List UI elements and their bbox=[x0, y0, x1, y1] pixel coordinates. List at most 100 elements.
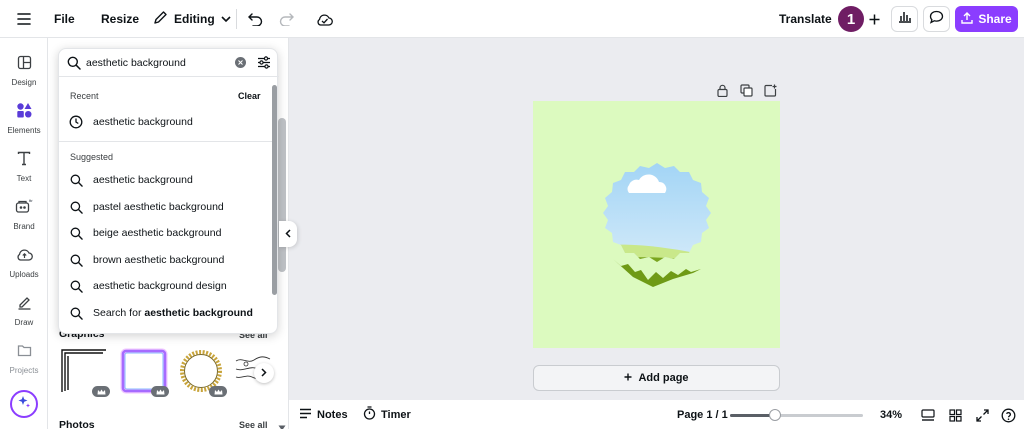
photos-section-title: Photos bbox=[59, 419, 95, 429]
pages-view-icon[interactable] bbox=[918, 405, 938, 425]
suggestion-item[interactable]: beige aesthetic background bbox=[59, 220, 271, 246]
search-for-prefix: Search for bbox=[93, 307, 145, 319]
fullscreen-icon[interactable] bbox=[972, 405, 992, 425]
suggested-label: Suggested bbox=[70, 152, 114, 162]
share-button[interactable]: Share bbox=[955, 6, 1018, 32]
suggestion-text: beige aesthetic background bbox=[93, 227, 222, 239]
suggestion-text: brown aesthetic background bbox=[93, 254, 225, 266]
search-icon bbox=[59, 201, 93, 214]
graphic-floral-ornament[interactable] bbox=[234, 347, 274, 395]
draw-icon bbox=[14, 292, 34, 312]
rail-item-label: Projects bbox=[9, 366, 39, 375]
rail-item-uploads[interactable]: Uploads bbox=[0, 244, 48, 288]
suggestion-item[interactable]: aesthetic background design bbox=[59, 273, 271, 299]
search-for-item[interactable]: Search for aesthetic background bbox=[59, 300, 271, 326]
search-icon bbox=[59, 307, 93, 320]
avatar[interactable]: 1 bbox=[838, 6, 864, 32]
sparkle-icon bbox=[17, 395, 31, 414]
notes-icon bbox=[299, 408, 312, 422]
search-icon bbox=[59, 227, 93, 240]
left-rail: Design Elements Text Brand Uploads Draw bbox=[0, 38, 48, 429]
duplicate-page-icon[interactable] bbox=[739, 83, 753, 97]
rail-item-draw[interactable]: Draw bbox=[0, 292, 48, 336]
notes-label: Notes bbox=[317, 408, 348, 421]
timer-button[interactable]: Timer bbox=[363, 400, 411, 429]
rail-item-projects[interactable]: Projects bbox=[0, 340, 48, 384]
zoom-level[interactable]: 34% bbox=[880, 400, 902, 429]
rail-item-label: Text bbox=[16, 174, 32, 183]
insights-button[interactable] bbox=[891, 6, 918, 32]
editing-mode-label: Editing bbox=[174, 12, 215, 26]
suggestion-item[interactable]: pastel aesthetic background bbox=[59, 194, 271, 220]
add-page-button[interactable]: Add page bbox=[533, 365, 780, 391]
search-icon bbox=[59, 174, 93, 187]
add-page-icon[interactable] bbox=[763, 83, 777, 97]
help-icon[interactable] bbox=[998, 405, 1018, 425]
clear-input-icon[interactable] bbox=[235, 57, 246, 68]
graphic-gold-circle[interactable] bbox=[177, 347, 229, 397]
chevron-left-icon bbox=[285, 225, 291, 243]
magic-assistant-button[interactable] bbox=[10, 390, 38, 418]
lock-icon[interactable] bbox=[715, 83, 729, 97]
scroll-down-arrow-icon[interactable] bbox=[278, 418, 286, 429]
grid-view-icon[interactable] bbox=[945, 405, 965, 425]
clear-recent-button[interactable]: Clear bbox=[238, 91, 261, 101]
scalloped-landscape-graphic[interactable] bbox=[533, 101, 780, 348]
crown-icon bbox=[151, 386, 169, 397]
chevron-down-icon bbox=[221, 12, 231, 26]
timer-icon bbox=[363, 406, 376, 423]
rail-item-label: Elements bbox=[7, 126, 41, 135]
pencil-icon bbox=[153, 10, 168, 28]
editing-mode-button[interactable]: Editing bbox=[153, 0, 231, 38]
plus-icon bbox=[624, 372, 632, 384]
timer-label: Timer bbox=[381, 408, 411, 421]
cloud-icon[interactable] bbox=[314, 9, 334, 29]
redo-icon[interactable] bbox=[276, 9, 296, 29]
search-icon bbox=[59, 280, 93, 293]
search-input[interactable] bbox=[86, 55, 236, 71]
page-indicator[interactable]: Page 1 / 1 bbox=[677, 400, 728, 429]
rail-item-elements[interactable]: Elements bbox=[0, 100, 48, 144]
suggestion-item[interactable]: aesthetic background bbox=[59, 167, 271, 193]
comment-icon bbox=[929, 10, 944, 29]
suggestion-text: aesthetic background design bbox=[93, 280, 227, 292]
collapse-panel-button[interactable] bbox=[279, 221, 297, 247]
plus-icon[interactable] bbox=[862, 6, 886, 32]
text-icon bbox=[14, 148, 34, 168]
resize-button[interactable]: Resize bbox=[101, 0, 139, 38]
carousel-next-button[interactable] bbox=[254, 363, 274, 383]
bottom-bar: Notes Timer Page 1 / 1 bbox=[289, 400, 1024, 429]
search-icon bbox=[67, 56, 81, 75]
comments-button[interactable] bbox=[923, 6, 950, 32]
top-toolbar: File Resize Editing Translate 1 Share bbox=[0, 0, 1024, 38]
photos-see-all-link[interactable]: See all bbox=[239, 420, 268, 429]
file-menu-button[interactable]: File bbox=[54, 0, 75, 38]
chart-icon bbox=[898, 10, 912, 28]
suggestion-text: aesthetic background bbox=[93, 174, 193, 186]
suggestion-item[interactable]: brown aesthetic background bbox=[59, 247, 271, 273]
rail-item-design[interactable]: Design bbox=[0, 52, 48, 96]
rail-item-text[interactable]: Text bbox=[0, 148, 48, 192]
dropdown-scrollbar[interactable] bbox=[272, 85, 277, 295]
filter-icon[interactable] bbox=[257, 56, 271, 74]
recent-search-item[interactable]: aesthetic background bbox=[59, 109, 271, 135]
recent-label: Recent bbox=[70, 91, 99, 101]
notes-button[interactable]: Notes bbox=[299, 400, 348, 429]
cloud-upload-icon bbox=[14, 244, 34, 264]
design-page[interactable] bbox=[533, 101, 780, 348]
add-page-label: Add page bbox=[638, 372, 689, 384]
panel-scrollbar[interactable] bbox=[278, 118, 286, 272]
search-dropdown: Recent Clear aesthetic background Sugges… bbox=[58, 48, 279, 334]
share-label: Share bbox=[978, 12, 1012, 26]
menu-icon[interactable] bbox=[14, 9, 34, 29]
folder-icon bbox=[14, 340, 34, 360]
crown-icon bbox=[92, 386, 110, 397]
undo-icon[interactable] bbox=[245, 9, 265, 29]
translate-button[interactable]: Translate bbox=[779, 0, 832, 38]
shapes-icon bbox=[14, 100, 34, 120]
graphic-neon-frame[interactable] bbox=[119, 347, 171, 397]
rail-item-label: Brand bbox=[13, 222, 35, 231]
rail-item-brand[interactable]: Brand bbox=[0, 196, 48, 240]
graphic-black-frame[interactable] bbox=[59, 347, 111, 397]
search-box bbox=[59, 49, 279, 77]
